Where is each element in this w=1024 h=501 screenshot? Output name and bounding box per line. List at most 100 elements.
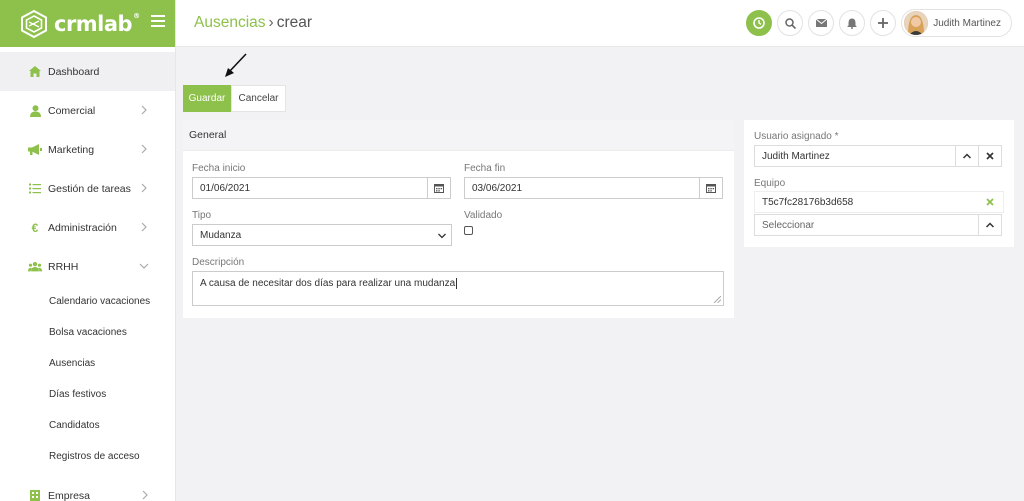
breadcrumb-current: crear — [276, 14, 313, 31]
building-icon — [28, 489, 42, 501]
resize-handle-icon[interactable] — [714, 296, 721, 303]
general-panel: General Fecha inicio 01/06/2021 Fecha fi… — [183, 120, 734, 318]
validado-label: Validado — [464, 210, 503, 221]
save-button[interactable]: Guardar — [183, 85, 231, 112]
cancel-button[interactable]: Cancelar — [231, 85, 286, 112]
sidebar-item-label: Empresa — [48, 489, 91, 501]
chevron-right-icon — [142, 490, 148, 500]
fecha-inicio-input[interactable]: 01/06/2021 — [192, 177, 428, 199]
sidebar-item-comercial[interactable]: Comercial — [0, 91, 175, 130]
logo-icon — [21, 9, 47, 38]
sidebar: crmlab® Dashboard Comercial Marketing Ge… — [0, 0, 176, 501]
clock-icon — [753, 17, 765, 29]
usuario-clear-button[interactable] — [978, 145, 1002, 167]
chevron-down-icon — [139, 263, 149, 269]
plus-icon — [878, 18, 889, 28]
breadcrumb-separator: › — [268, 14, 274, 31]
search-icon — [784, 17, 796, 29]
sidebar-item-label: RRHH — [48, 260, 79, 273]
equipo-label: Equipo — [754, 178, 786, 189]
submenu-item-dias-festivos[interactable]: Días festivos — [0, 379, 175, 410]
panel-title: General — [183, 120, 734, 151]
user-icon — [28, 104, 42, 118]
chevron-right-icon — [141, 144, 147, 154]
chevron-right-icon — [141, 183, 147, 193]
sidebar-item-marketing[interactable]: Marketing — [0, 130, 175, 169]
fecha-inicio-label: Fecha inicio — [192, 163, 246, 174]
submenu-item-calendario-vacaciones[interactable]: Calendario vacaciones — [0, 286, 175, 317]
submenu-item-candidatos[interactable]: Candidatos — [0, 410, 175, 441]
submenu-item-bolsa-vacaciones[interactable]: Bolsa vacaciones — [0, 317, 175, 348]
remove-tag-icon[interactable] — [985, 197, 995, 207]
tasks-icon — [28, 182, 42, 196]
brand-name: crmlab® — [54, 11, 140, 36]
home-icon — [28, 65, 42, 79]
sidebar-item-label: Gestión de tareas — [48, 182, 131, 195]
descripcion-textarea[interactable]: A causa de necesitar dos días para reali… — [192, 271, 724, 306]
sidebar-item-administracion[interactable]: € Administración — [0, 208, 175, 247]
megaphone-icon — [28, 143, 42, 157]
add-button[interactable] — [870, 10, 897, 36]
submenu-item-label: Ausencias — [49, 358, 96, 369]
sidebar-item-label: Administración — [48, 221, 117, 234]
close-icon — [986, 152, 994, 160]
notifications-button[interactable] — [839, 10, 866, 36]
usuario-asignado-label: Usuario asignado * — [754, 131, 839, 142]
chevron-right-icon — [141, 105, 147, 115]
validado-checkbox[interactable] — [464, 226, 473, 235]
submenu-item-registros-acceso[interactable]: Registros de acceso — [0, 441, 175, 472]
mail-button[interactable] — [808, 10, 835, 36]
search-button[interactable] — [777, 10, 804, 36]
rrhh-submenu: Calendario vacaciones Bolsa vacaciones A… — [0, 286, 175, 472]
chevron-up-icon — [963, 153, 971, 159]
euro-icon: € — [31, 220, 39, 235]
usuario-asignado-field[interactable]: Judith Martinez — [754, 145, 956, 167]
sidebar-item-gestion-tareas[interactable]: Gestión de tareas — [0, 169, 175, 208]
menu-toggle-icon[interactable] — [151, 15, 165, 27]
user-menu[interactable]: Judith Martinez — [901, 9, 1012, 37]
calendar-icon — [434, 184, 444, 193]
submenu-item-label: Calendario vacaciones — [49, 296, 151, 307]
descripcion-text: A causa de necesitar dos días para reali… — [200, 278, 456, 290]
envelope-icon — [815, 19, 827, 27]
tipo-selected-value: Mudanza — [200, 229, 242, 241]
users-icon — [28, 260, 42, 274]
avatar — [904, 11, 929, 35]
brand-header: crmlab® — [0, 0, 175, 47]
top-bar: Ausencias › crear Judith Martinez — [176, 0, 1024, 47]
sidebar-item-label: Marketing — [48, 143, 95, 156]
submenu-item-label: Registros de acceso — [49, 451, 140, 462]
chevron-right-icon — [141, 222, 147, 232]
tipo-select[interactable]: Mudanza — [192, 224, 452, 246]
page-title: Ausencias › crear — [194, 14, 312, 32]
submenu-item-label: Días festivos — [49, 389, 107, 400]
submenu-item-label: Bolsa vacaciones — [49, 327, 127, 338]
equipo-select-input[interactable]: Seleccionar — [754, 214, 979, 236]
annotation-arrow-icon — [225, 53, 247, 77]
breadcrumb-ausencias[interactable]: Ausencias — [194, 14, 266, 31]
equipo-toggle-button[interactable] — [978, 214, 1002, 236]
chevron-down-icon — [438, 233, 446, 239]
sidebar-item-label: Comercial — [48, 104, 96, 117]
top-actions: Judith Martinez — [746, 9, 1012, 37]
user-name: Judith Martinez — [933, 17, 1001, 29]
clock-button[interactable] — [746, 10, 773, 36]
text-cursor — [456, 278, 458, 289]
equipo-selected-tag: T5c7fc28176b3d658 — [754, 191, 1004, 213]
bell-icon — [847, 18, 858, 29]
descripcion-label: Descripción — [192, 257, 245, 268]
usuario-toggle-button[interactable] — [955, 145, 979, 167]
fecha-inicio-calendar-button[interactable] — [427, 177, 451, 199]
sidebar-item-empresa[interactable]: Empresa — [0, 476, 176, 501]
sidebar-item-dashboard[interactable]: Dashboard — [0, 52, 175, 91]
equipo-tag-text: T5c7fc28176b3d658 — [762, 196, 854, 208]
sidebar-item-rrhh[interactable]: RRHH — [0, 247, 175, 286]
calendar-icon — [706, 184, 716, 193]
fecha-fin-input[interactable]: 03/06/2021 — [464, 177, 700, 199]
sidebar-menu: Dashboard Comercial Marketing Gestión de… — [0, 52, 175, 286]
fecha-fin-calendar-button[interactable] — [699, 177, 723, 199]
submenu-item-ausencias[interactable]: Ausencias — [0, 348, 175, 379]
assignment-panel: Usuario asignado * Judith Martinez Equip… — [744, 120, 1014, 247]
chevron-up-icon — [986, 222, 994, 228]
sidebar-item-label: Dashboard — [48, 65, 100, 78]
